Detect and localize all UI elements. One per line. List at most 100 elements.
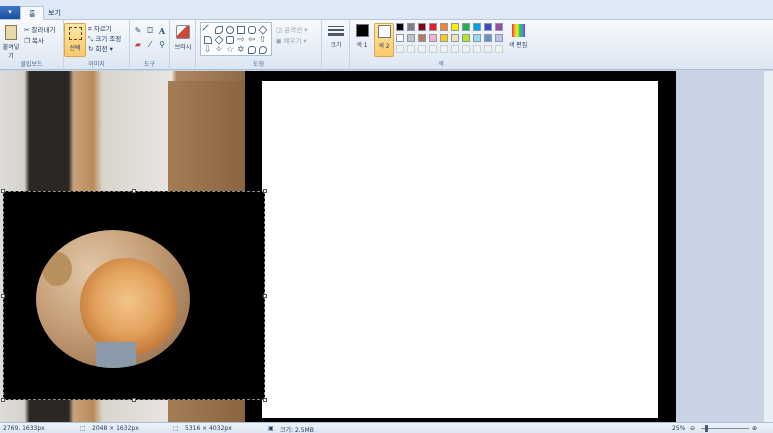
status-bar: 2769, 1633px ⬚ 2048 × 1632px ⬚ 5316 × 40… — [0, 422, 773, 433]
palette-swatch[interactable] — [396, 34, 404, 42]
text-tool-icon[interactable]: A — [157, 26, 167, 36]
zoom-slider-thumb[interactable] — [705, 425, 708, 432]
fill-bucket-icon[interactable]: ⛋ — [145, 26, 155, 36]
brushes-label: 브러시 — [174, 44, 192, 51]
palette-swatch[interactable] — [429, 23, 437, 31]
file-size: 크기: 2.5MB — [280, 427, 314, 433]
star-five-shape-icon[interactable]: ☆ — [226, 46, 234, 55]
custom-palette-swatch[interactable] — [407, 45, 415, 53]
palette-swatch[interactable] — [495, 23, 503, 31]
palette-swatch[interactable] — [473, 23, 481, 31]
custom-palette-swatch[interactable] — [440, 45, 448, 53]
palette-swatch[interactable] — [440, 23, 448, 31]
selection-handle-left[interactable] — [1, 294, 5, 298]
arrow-right-shape-icon[interactable]: ⇨ — [237, 36, 245, 45]
selection-handle-bottom-right[interactable] — [263, 398, 267, 402]
palette-swatch[interactable] — [451, 23, 459, 31]
copy-icon: ❐ — [24, 37, 30, 45]
custom-palette-swatch[interactable] — [462, 45, 470, 53]
zoom-in-button[interactable]: ⊕ — [752, 425, 757, 432]
palette-swatch[interactable] — [484, 34, 492, 42]
color2-button[interactable]: 색 2 — [374, 23, 394, 57]
custom-palette-swatch[interactable] — [484, 45, 492, 53]
edit-colors-button[interactable]: 색 편집 — [508, 23, 528, 57]
custom-palette-swatch[interactable] — [418, 45, 426, 53]
vertical-scrollbar[interactable] — [763, 71, 773, 422]
copy-button[interactable]: ❐ 복사 — [24, 35, 44, 45]
image-group-label: 이미지 — [88, 61, 105, 68]
canvas-workspace[interactable] — [0, 71, 773, 422]
zoom-slider[interactable] — [701, 425, 749, 432]
eraser-icon[interactable]: ▰ — [133, 40, 143, 50]
palette-swatch[interactable] — [451, 34, 459, 42]
selection-handle-top-left[interactable] — [1, 189, 5, 193]
palette-swatch[interactable] — [495, 34, 503, 42]
palette-swatch[interactable] — [407, 34, 415, 42]
tools-group: ✎ ⛋ A ▰ ⁄ ⚲ 도구 — [130, 20, 170, 70]
palette-swatch[interactable] — [418, 23, 426, 31]
palette-swatch[interactable] — [396, 23, 404, 31]
selection-handle-top-right[interactable] — [263, 189, 267, 193]
palette-swatch[interactable] — [484, 23, 492, 31]
paste-button[interactable]: 붙여넣기 — [0, 23, 22, 60]
select-button[interactable]: 선택 — [64, 23, 86, 57]
callout-rect-shape-icon[interactable] — [248, 46, 256, 54]
drawing-canvas[interactable] — [262, 81, 658, 418]
custom-palette-swatch[interactable] — [396, 45, 404, 53]
palette-swatch[interactable] — [429, 34, 437, 42]
pentagon-shape-icon[interactable] — [214, 35, 224, 45]
palette-swatch[interactable] — [462, 23, 470, 31]
rectangle-shape-icon[interactable] — [237, 26, 245, 34]
palette-swatch[interactable] — [440, 34, 448, 42]
custom-palette-swatch[interactable] — [429, 45, 437, 53]
shapes-gallery[interactable]: ⇨ ⇦ ⇧ ⇩ ✧ ☆ ✡ — [200, 22, 272, 56]
size-button[interactable]: 크기 — [325, 23, 347, 57]
color2-swatch — [377, 25, 391, 38]
brushes-button[interactable]: 브러시 — [172, 23, 194, 57]
star-four-shape-icon[interactable]: ✧ — [215, 46, 223, 55]
oval-shape-icon[interactable] — [226, 26, 234, 34]
rotate-button[interactable]: ↻ 회전 ▾ — [88, 43, 113, 53]
crop-label: 자르기 — [93, 25, 112, 33]
custom-palette-swatch[interactable] — [473, 45, 481, 53]
palette-swatch[interactable] — [418, 34, 426, 42]
cursor-position: 2769, 1633px — [3, 425, 45, 432]
paste-icon — [5, 25, 17, 40]
diamond-shape-icon[interactable] — [258, 25, 268, 35]
rounded-rectangle-shape-icon[interactable] — [248, 26, 256, 34]
custom-palette-swatch[interactable] — [451, 45, 459, 53]
ribbon-tab-bar: ▾ 홈 보기 — [0, 0, 773, 20]
star-six-shape-icon[interactable]: ✡ — [237, 46, 245, 55]
line-shape-icon[interactable] — [202, 24, 214, 36]
zoom-out-button[interactable]: ⊖ — [690, 425, 695, 432]
pencil-icon[interactable]: ✎ — [133, 26, 143, 36]
file-menu-button[interactable]: ▾ — [0, 6, 20, 19]
arrow-down-shape-icon[interactable]: ⇩ — [204, 46, 212, 55]
arrow-left-shape-icon[interactable]: ⇦ — [248, 36, 256, 45]
palette-swatch[interactable] — [462, 34, 470, 42]
curve-shape-icon[interactable] — [215, 26, 223, 34]
selection-handle-bottom[interactable] — [132, 398, 136, 402]
triangle-shape-icon[interactable] — [204, 36, 212, 44]
rotate-icon: ↻ — [88, 45, 94, 53]
colors-group-label: 색 — [438, 61, 444, 68]
arrow-up-shape-icon[interactable]: ⇧ — [259, 36, 267, 45]
magnifier-icon[interactable]: ⚲ — [157, 40, 167, 50]
color-picker-icon[interactable]: ⁄ — [145, 40, 155, 50]
selection-handle-top[interactable] — [132, 189, 136, 193]
outline-button[interactable]: ◲ 윤곽선 ▾ — [276, 24, 308, 34]
callout-oval-shape-icon[interactable] — [259, 46, 267, 54]
color1-button[interactable]: 색 1 — [352, 23, 372, 57]
custom-palette-swatch[interactable] — [495, 45, 503, 53]
hexagon-shape-icon[interactable] — [226, 36, 234, 44]
selection-handle-right[interactable] — [263, 294, 267, 298]
tab-view[interactable]: 보기 — [40, 6, 69, 20]
selection-box[interactable] — [1, 189, 267, 402]
palette-swatch[interactable] — [407, 23, 415, 31]
palette-swatch[interactable] — [473, 34, 481, 42]
zoom-level: 25% — [672, 425, 686, 432]
fill-button[interactable]: ◼ 채우기 ▾ — [276, 35, 307, 45]
selection-handle-bottom-left[interactable] — [1, 398, 5, 402]
size-group: 크기 — [322, 20, 350, 70]
cut-button[interactable]: ✂ 잘라내기 — [24, 24, 55, 34]
